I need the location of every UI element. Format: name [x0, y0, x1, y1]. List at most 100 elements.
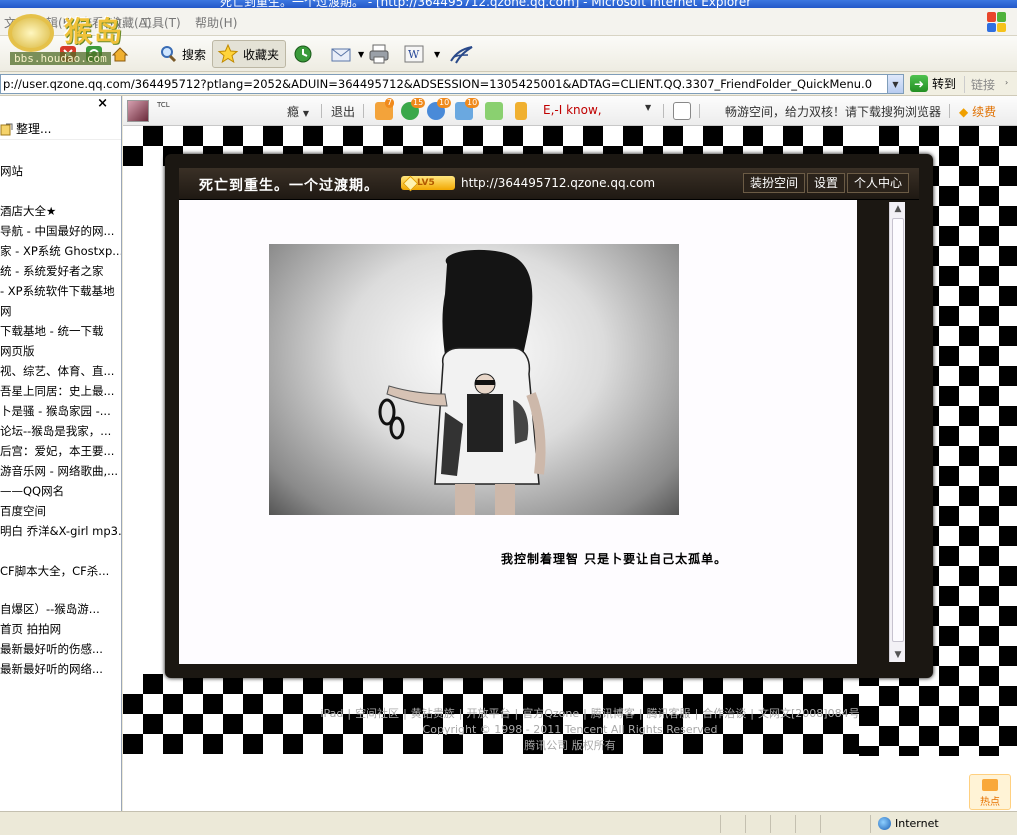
favorite-item[interactable]: 最新最好听的网络...	[0, 660, 121, 678]
go-button[interactable]: ➜ 转到	[910, 75, 956, 92]
content-scrollbar[interactable]: ▲ ▼	[889, 202, 905, 662]
footer-link[interactable]: 腾讯博客	[591, 706, 635, 722]
print-button[interactable]	[368, 40, 390, 68]
links-toolbar[interactable]: 链接	[964, 76, 995, 93]
footer-link[interactable]: 官方Qzone	[522, 706, 579, 722]
footer-link[interactable]: 合作治谈	[702, 706, 746, 722]
favorite-item[interactable]: 后宫：爱妃，本王要...	[0, 442, 121, 460]
girl-photo-illustration	[378, 249, 546, 515]
divider	[321, 104, 322, 118]
blog-panel: 死亡到重生。一个过渡期。 LV5 http://364495712.qzone.…	[165, 154, 933, 678]
organize-label: 整理...	[16, 122, 52, 136]
renew-link[interactable]: ◆ 续费	[959, 103, 996, 120]
favorite-item[interactable]: 酒店大全★	[0, 202, 121, 220]
sidebar-close-button[interactable]: ×	[97, 96, 108, 111]
favorite-item[interactable]: 网页版	[0, 342, 121, 360]
favorite-item[interactable]: 导航 - 中国最好的网...	[0, 222, 121, 240]
level-badge: LV5	[401, 176, 455, 190]
status-cell	[770, 815, 771, 833]
favorite-item[interactable]: 论坛--猴岛是我家，...	[0, 422, 121, 440]
favorite-item[interactable]: 下载基地 - 统一下载	[0, 322, 121, 340]
divider: |	[638, 707, 643, 720]
favorites-sidebar: × 整理... 网站 酒店大全★ 导航 - 中国最好的网... 家 - XP系统…	[0, 96, 122, 811]
status-cell	[745, 815, 746, 833]
avatar[interactable]	[127, 100, 149, 122]
divider: |	[694, 707, 699, 720]
zone-label: Internet	[895, 817, 939, 830]
qzone-top-bar: TCL 瘾 ▼ 退出 7 15 10 10 E,-I know, ▼ 畅游空间，…	[123, 96, 1017, 126]
history-button[interactable]	[292, 40, 314, 68]
footer-link[interactable]: 腾讯客服	[647, 706, 691, 722]
clover-count: 15	[411, 98, 426, 108]
scroll-down-icon[interactable]: ▼	[892, 649, 904, 661]
go-arrow-icon: ➜	[910, 75, 928, 92]
blog-content: 我控制着理智 只是卜要让自己太孤单。	[179, 200, 857, 664]
favorite-item[interactable]: 自爆区）--猴岛游...	[0, 600, 121, 618]
status-cell	[870, 815, 871, 833]
blog-url[interactable]: http://364495712.qzone.qq.com	[461, 176, 655, 190]
favorite-item[interactable]: 首页 拍拍网	[0, 620, 121, 638]
scroll-up-icon[interactable]: ▲	[892, 203, 904, 215]
favorite-item[interactable]: ——QQ网名	[0, 482, 121, 500]
decorate-space-button[interactable]: 装扮空间	[743, 173, 806, 193]
footer-link[interactable]: 开放平台	[467, 706, 511, 722]
favorite-item[interactable]: CF脚本大全，CF杀...	[0, 562, 121, 580]
favorites-button[interactable]: 收藏夹	[212, 40, 287, 68]
status-bar: Internet	[0, 811, 1017, 835]
watermark-logo: 猴岛 bbs.houdao.com	[4, 8, 156, 70]
favorite-item[interactable]: 家 - XP系统 Ghostxp...	[0, 242, 121, 260]
links-chevron-icon[interactable]: ›	[1005, 78, 1008, 87]
address-input[interactable]: p://user.qzone.qq.com/364495712?ptlang=2…	[0, 74, 904, 94]
address-dropdown-icon[interactable]: ▼	[887, 75, 903, 93]
favorite-item[interactable]: - XP系统软件下载基地	[0, 282, 121, 300]
favorite-item[interactable]: 最新最好听的伤感...	[0, 640, 121, 658]
favorite-item[interactable]: 游音乐网 - 网络歌曲,...	[0, 462, 121, 480]
scroll-thumb[interactable]	[892, 218, 904, 642]
blog-header: 死亡到重生。一个过渡期。 LV5 http://364495712.qzone.…	[179, 168, 919, 200]
pause-icon[interactable]	[515, 102, 527, 120]
favorite-item[interactable]: 统 - 系统爱好者之家	[0, 262, 121, 280]
copyright-text: Copyright © 1998 - 2011 Tencent All Righ…	[422, 723, 718, 736]
share-icon[interactable]	[485, 102, 503, 120]
footer-link[interactable]: 空间社区	[355, 706, 399, 722]
status-dropdown-icon[interactable]: ▼	[645, 103, 651, 112]
favorite-item[interactable]: 明白 乔洋&X-girl mp3...	[0, 522, 121, 540]
menu-help[interactable]: 帮助(H)	[195, 14, 237, 31]
windows-logo-icon	[987, 12, 1007, 32]
status-text[interactable]: E,-I know,	[543, 103, 602, 117]
messenger-bird-icon	[450, 46, 473, 64]
mail-button[interactable]: ▼	[330, 40, 364, 68]
favorite-item[interactable]: 吾星上同居：史上最...	[0, 382, 121, 400]
nickname-menu[interactable]: 瘾 ▼	[287, 103, 309, 120]
settings-button[interactable]: 设置	[807, 173, 846, 193]
logout-link[interactable]: 退出	[331, 103, 355, 120]
write-icon[interactable]	[673, 102, 691, 120]
favorite-item[interactable]: 卜是骚 - 猴岛家园 -...	[0, 402, 121, 420]
personal-center-button[interactable]: 个人中心	[847, 173, 910, 193]
favorite-item[interactable]: 百度空间	[0, 502, 121, 520]
search-icon	[161, 46, 177, 63]
footer-link[interactable]: 文网文[2008]084号	[758, 706, 860, 722]
hot-topics-button[interactable]: 热点	[969, 774, 1011, 810]
title-bar: 死亡到重生。一个过渡期。 - [http://364495712.qzone.q…	[0, 0, 1017, 8]
footer-link[interactable]: 黄钻贵族	[411, 706, 455, 722]
favorite-item[interactable]: 网站	[0, 162, 121, 180]
footer-link[interactable]: iPad	[320, 706, 343, 722]
tcl-logo: TCL	[157, 101, 170, 109]
messenger-button[interactable]	[448, 40, 474, 68]
company-text: 腾讯公司 版权所有	[524, 739, 616, 752]
chevron-down-icon: ▼	[302, 109, 309, 118]
sogou-promo-link[interactable]: 畅游空间，给力双核！请下载搜狗浏览器	[725, 103, 941, 120]
divider	[363, 104, 364, 118]
photo-caption: 我控制着理智 只是卜要让自己太孤单。	[501, 552, 728, 566]
edit-dropdown-icon: ▼	[434, 49, 441, 59]
favorite-item[interactable]: 视、综艺、体育、直...	[0, 362, 121, 380]
favorite-item[interactable]: 网	[0, 302, 121, 320]
printer-icon	[369, 44, 389, 64]
organize-favorites-button[interactable]: 整理...	[0, 118, 121, 140]
edit-button[interactable]: W ▼	[404, 40, 440, 68]
divider: |	[347, 707, 352, 720]
svg-text:W: W	[408, 48, 420, 61]
message-count: 10	[465, 98, 480, 108]
search-button[interactable]: 搜索	[158, 40, 206, 68]
